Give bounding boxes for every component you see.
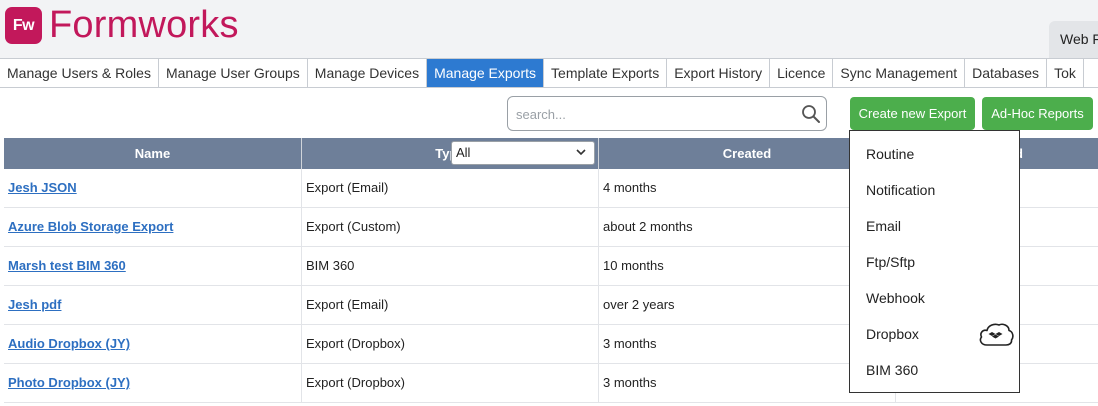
cell-name: Azure Blob Storage Export: [4, 208, 302, 246]
tab-template-exports[interactable]: Template Exports: [544, 59, 668, 87]
tab-export-history[interactable]: Export History: [667, 59, 771, 87]
tab-manage-user-groups[interactable]: Manage User Groups: [159, 59, 308, 87]
cell-type: Export (Dropbox): [302, 364, 599, 402]
type-filter-value: All: [456, 145, 471, 160]
cell-type: Export (Email): [302, 286, 599, 324]
dropbox-cloud-icon: [979, 323, 1014, 346]
main-tab-bar: Manage Users & Roles Manage User Groups …: [0, 58, 1098, 88]
cell-name: Jesh JSON: [4, 169, 302, 207]
tab-manage-users-roles[interactable]: Manage Users & Roles: [0, 59, 159, 87]
type-filter-select[interactable]: All: [451, 141, 595, 165]
web-tab[interactable]: Web F: [1049, 21, 1098, 58]
export-link[interactable]: Marsh test BIM 360: [8, 258, 126, 273]
tab-manage-devices[interactable]: Manage Devices: [308, 59, 428, 87]
cell-type: Export (Email): [302, 169, 599, 207]
export-link[interactable]: Jesh JSON: [8, 180, 77, 195]
cell-type: BIM 360: [302, 247, 599, 285]
chevron-down-icon: [576, 149, 586, 156]
dropdown-item-ftp-sftp[interactable]: Ftp/Sftp: [866, 252, 915, 272]
cell-name: Audio Dropbox (JY): [4, 325, 302, 363]
dropdown-item-notification[interactable]: Notification: [866, 180, 935, 200]
export-link[interactable]: Jesh pdf: [8, 297, 61, 312]
brand-name: Formworks: [49, 4, 239, 46]
tab-sync-management[interactable]: Sync Management: [833, 59, 966, 87]
dropdown-item-bim-360[interactable]: BIM 360: [866, 360, 918, 380]
header-name[interactable]: Name: [4, 138, 302, 169]
search-input[interactable]: [516, 105, 796, 123]
export-link[interactable]: Audio Dropbox (JY): [8, 336, 130, 351]
dropdown-item-dropbox[interactable]: Dropbox: [866, 324, 919, 344]
search-icon[interactable]: [801, 104, 821, 124]
ad-hoc-reports-button[interactable]: Ad-Hoc Reports: [982, 97, 1093, 130]
dropdown-item-email[interactable]: Email: [866, 216, 901, 236]
cell-name: Jesh pdf: [4, 286, 302, 324]
tab-manage-exports[interactable]: Manage Exports: [427, 59, 545, 87]
cell-name: Photo Dropbox (JY): [4, 364, 302, 402]
export-type-dropdown: Routine Notification Email Ftp/Sftp Webh…: [849, 130, 1020, 393]
dropdown-item-routine[interactable]: Routine: [866, 144, 914, 164]
export-link[interactable]: Photo Dropbox (JY): [8, 375, 130, 390]
tab-tokens[interactable]: Tok: [1047, 59, 1084, 87]
cell-type: Export (Custom): [302, 208, 599, 246]
app-header: Fw Formworks Web F: [0, 0, 1098, 58]
export-link[interactable]: Azure Blob Storage Export: [8, 219, 173, 234]
tab-databases[interactable]: Databases: [965, 59, 1048, 87]
cell-type: Export (Dropbox): [302, 325, 599, 363]
search-box: [507, 96, 827, 131]
dropdown-item-webhook[interactable]: Webhook: [866, 288, 925, 308]
create-new-export-button[interactable]: Create new Export: [850, 97, 975, 130]
cell-name: Marsh test BIM 360: [4, 247, 302, 285]
tab-licence[interactable]: Licence: [770, 59, 834, 87]
brand-logo-icon: Fw: [5, 7, 42, 44]
